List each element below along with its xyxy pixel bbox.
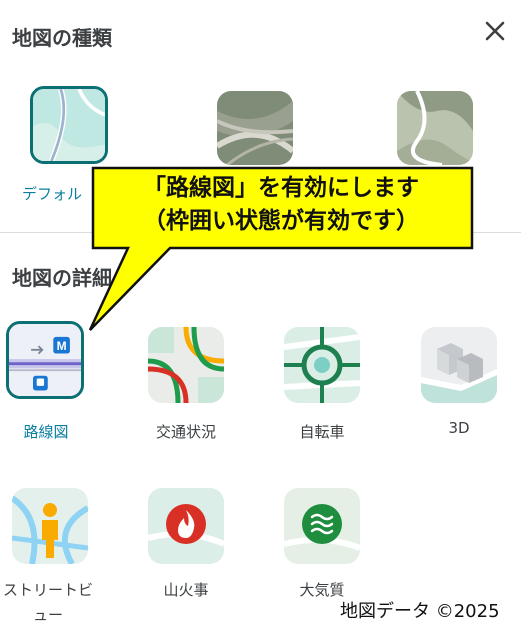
detail-3d[interactable]: [421, 327, 497, 403]
default-map-thumbnail: [33, 89, 105, 161]
section-title-details: 地図の詳細: [12, 266, 112, 290]
detail-label-bicycle: 自転車: [299, 423, 345, 441]
page-title: 地図の種類: [12, 26, 112, 50]
detail-label-traffic: 交通状況: [155, 423, 216, 441]
detail-traffic[interactable]: [148, 327, 224, 403]
traffic-thumbnail: [148, 327, 224, 403]
transit-thumbnail: M: [9, 324, 81, 396]
bicycle-thumbnail: [284, 327, 360, 403]
map-type-satellite[interactable]: [217, 91, 293, 165]
air-quality-thumbnail: [284, 488, 360, 564]
detail-air-quality[interactable]: [284, 488, 360, 564]
close-button[interactable]: [478, 14, 512, 48]
satellite-map-thumbnail: [217, 91, 293, 165]
detail-label-streetview-2: ュー: [32, 606, 63, 624]
3d-thumbnail: [421, 327, 497, 403]
map-type-terrain[interactable]: [397, 91, 473, 165]
callout-line-2: （枠囲い状態が有効です）: [143, 208, 419, 234]
terrain-map-thumbnail: [397, 91, 473, 165]
close-icon: [485, 21, 505, 41]
detail-bicycle[interactable]: [284, 327, 360, 403]
detail-wildfire[interactable]: [148, 488, 224, 564]
detail-label-transit: 路線図: [23, 423, 69, 441]
detail-label-wildfire: 山火事: [163, 581, 209, 599]
map-copyright: 地図データ ©2025: [340, 601, 500, 622]
metro-icon: M: [57, 339, 67, 353]
streetview-thumbnail: [12, 488, 88, 564]
map-type-default[interactable]: [30, 86, 108, 164]
detail-streetview[interactable]: [12, 488, 88, 564]
callout-text: 「路線図」を有効にします （枠囲い状態が有効です）: [96, 172, 466, 238]
detail-label-streetview-1: ストリートビ: [2, 581, 93, 599]
detail-label-3d: 3D: [448, 419, 470, 437]
wildfire-thumbnail: [148, 488, 224, 564]
map-type-label-default: デフォル: [22, 185, 83, 203]
detail-transit[interactable]: M: [6, 321, 84, 399]
bus-icon: [36, 378, 45, 386]
pegman-icon: [43, 503, 57, 517]
callout-line-1: 「路線図」を有効にします: [143, 175, 419, 201]
